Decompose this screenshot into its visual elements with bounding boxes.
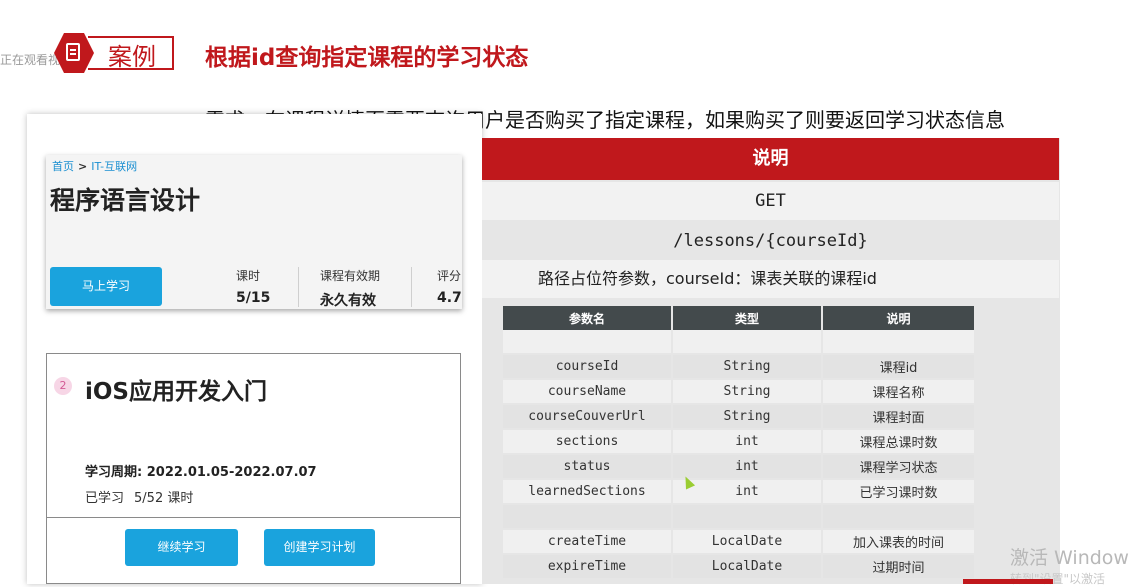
create-plan-button[interactable]: 创建学习计划 (264, 529, 375, 566)
table-cell: 过期时间 (822, 554, 976, 580)
table-cell: expireTime (503, 554, 673, 580)
api-method: GET (482, 182, 1059, 220)
study-period: 学习周期: 2022.01.05-2022.07.07 (85, 465, 317, 480)
table-row (503, 330, 976, 355)
course-index-badge: 2 (54, 377, 72, 395)
taskbar-accent (963, 579, 1053, 584)
api-path: /lessons/{courseId} (482, 222, 1059, 260)
stat-validity: 课程有效期 永久有效 (320, 267, 380, 310)
table-cell (822, 504, 976, 530)
breadcrumb-home[interactable]: 首页 (52, 160, 74, 173)
stat-value: 4.7 (437, 290, 462, 306)
table-cell: 课程名称 (822, 379, 976, 405)
table-row: expireTime LocalDate 过期时间 (503, 554, 976, 580)
table-cell: int (672, 479, 823, 505)
table-cell: String (672, 404, 823, 430)
table-cell (503, 504, 673, 530)
stat-lessons: 课时 5/15 (236, 267, 270, 306)
table-cell: LocalDate (672, 554, 823, 580)
table-cell (672, 330, 823, 355)
api-header: 说明 (482, 138, 1059, 180)
table-cell: courseId (503, 354, 673, 380)
table-cell: 加入课表的时间 (822, 529, 976, 555)
watching-text: 正在观看视 (0, 53, 61, 67)
table-cell: String (672, 379, 823, 405)
stat-label: 课程有效期 (320, 269, 381, 283)
column-header: 参数名 (503, 306, 673, 330)
table-cell: int (672, 454, 823, 480)
table-cell: createTime (503, 529, 673, 555)
activation-watermark: 激活 Window (1010, 547, 1129, 569)
table-cell (672, 504, 823, 530)
table-row: createTime LocalDate 加入课表的时间 (503, 529, 976, 555)
table-row: status int 课程学习状态 (503, 454, 976, 480)
stat-label: 评分 (437, 269, 462, 283)
breadcrumb-category[interactable]: IT-互联网 (91, 160, 137, 173)
table-row: sections int 课程总课时数 (503, 429, 976, 455)
api-spec-panel: 说明 GET /lessons/{courseId} 路径占位符参数，cours… (482, 138, 1060, 584)
course-title: 程序语言设计 (50, 186, 201, 215)
table-row: courseName String 课程名称 (503, 379, 976, 405)
table-cell: String (672, 354, 823, 380)
page-title: 根据id查询指定课程的学习状态 (205, 45, 529, 71)
table-row (503, 504, 976, 530)
stat-label: 课时 (236, 269, 261, 283)
table-cell: courseCouverUrl (503, 404, 673, 430)
table-cell: 课程封面 (822, 404, 976, 430)
column-header: 说明 (822, 306, 976, 330)
table-cell: 课程id (822, 354, 976, 380)
breadcrumb-separator: > (78, 160, 88, 173)
progress-value: 5/52 课时 (134, 491, 194, 506)
table-cell: 已学习课时数 (822, 479, 976, 505)
my-course-card: 2 iOS应用开发入门 学习周期: 2022.01.05-2022.07.07 … (46, 353, 461, 584)
stat-value: 永久有效 (320, 293, 376, 309)
table-cell: learnedSections (503, 479, 673, 505)
table-cell: LocalDate (672, 529, 823, 555)
stat-value: 5/15 (236, 290, 271, 306)
table-cell: 课程总课时数 (822, 429, 976, 455)
table-cell (822, 330, 976, 355)
table-cell: int (672, 429, 823, 455)
case-badge: 案例 (54, 33, 176, 73)
progress-label: 已学习 (85, 491, 125, 506)
table-cell: courseName (503, 379, 673, 405)
api-path-param: 路径占位符参数，courseId：课表关联的课程id (482, 260, 1059, 298)
learn-now-button[interactable]: 马上学习 (50, 267, 162, 306)
stat-rating: 评分 4.7 (437, 267, 462, 306)
table-row: courseCouverUrl String 课程封面 (503, 404, 976, 430)
table-cell: status (503, 454, 673, 480)
breadcrumb: 首页 > IT-互联网 (52, 158, 137, 174)
response-params-table: 参数名 类型 说明 courseId String 课程id courseName St… (503, 306, 976, 580)
table-cell: 课程学习状态 (822, 454, 976, 480)
study-progress: 已学习 5/52 课时 (85, 487, 193, 506)
course-detail-card: 首页 > IT-互联网 程序语言设计 马上学习 课时 5/15 课程有效期 永久有效… (46, 155, 462, 309)
table-cell (503, 330, 673, 355)
case-badge-label: 案例 (108, 43, 156, 71)
my-course-title: iOS应用开发入门 (85, 379, 268, 405)
table-row: learnedSections int 已学习课时数 (503, 479, 976, 505)
table-cell: sections (503, 429, 673, 455)
continue-learning-button[interactable]: 继续学习 (125, 529, 238, 566)
column-header: 类型 (672, 306, 823, 330)
table-row: courseId String 课程id (503, 354, 976, 380)
